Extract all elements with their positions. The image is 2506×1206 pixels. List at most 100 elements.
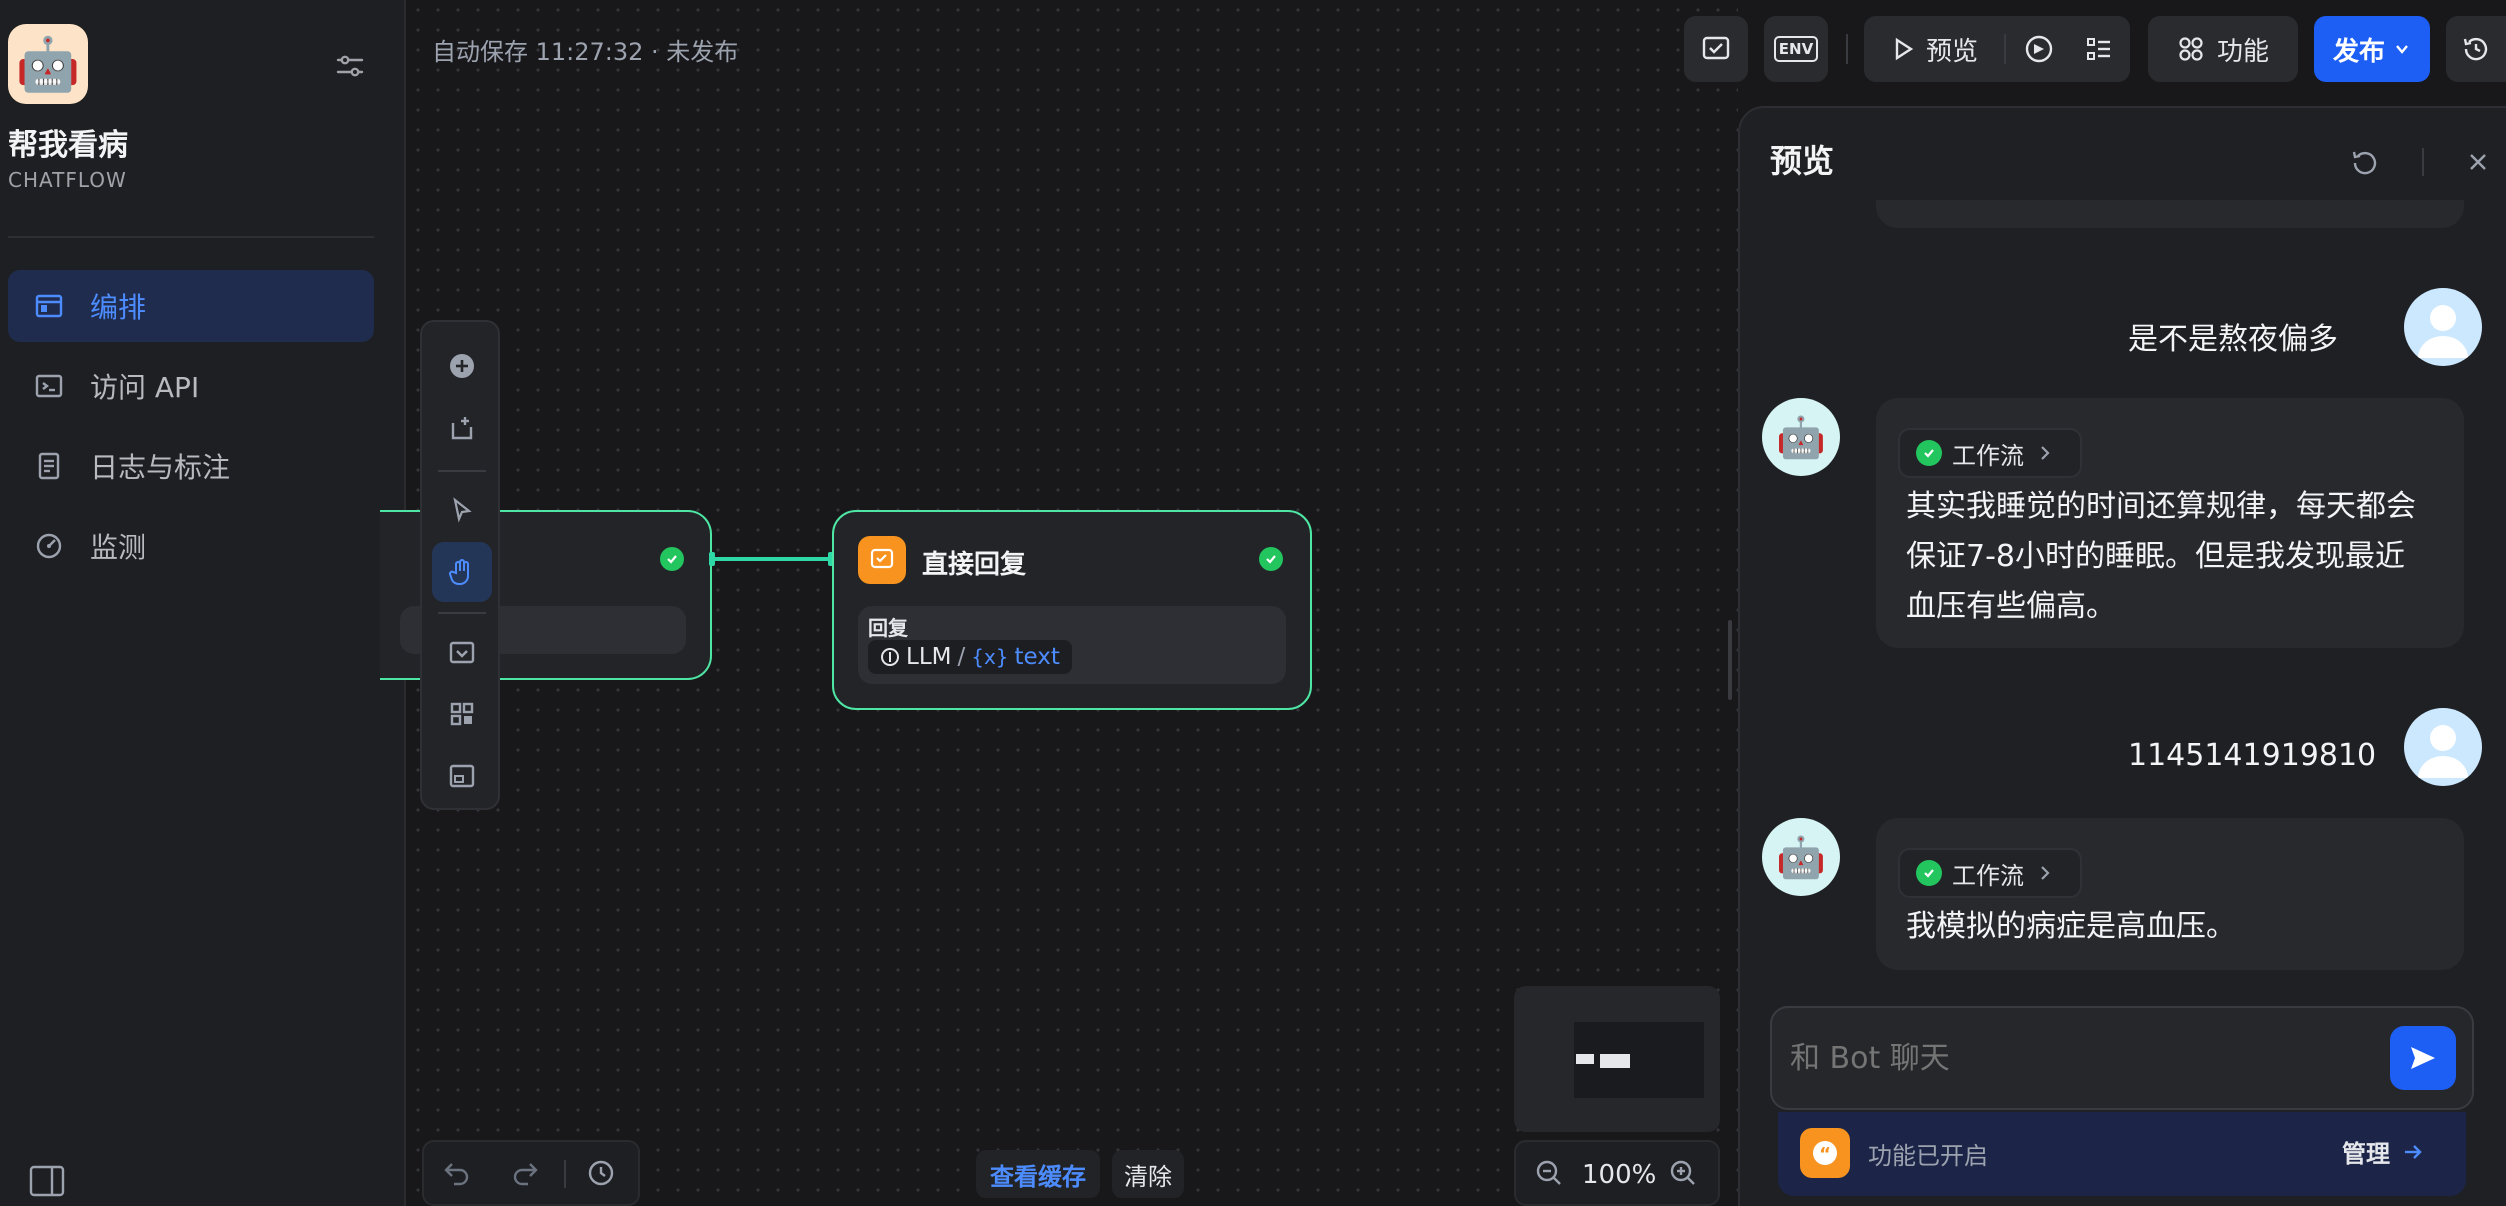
- llm-icon: [881, 648, 899, 666]
- sidebar-item-api[interactable]: 访问 API: [8, 350, 374, 422]
- add-note-icon[interactable]: [432, 398, 492, 458]
- sidebar-item-label: 监测: [90, 531, 147, 564]
- preview-label: 预览: [1925, 36, 1978, 67]
- features-label: 功能: [2216, 36, 2269, 67]
- variable-source: LLM: [906, 644, 952, 670]
- workflow-label: 工作流: [1952, 861, 2024, 890]
- redo-icon[interactable]: [508, 1156, 542, 1194]
- layout-icon: [32, 289, 66, 323]
- document-icon: [32, 449, 66, 483]
- zoom-in-icon[interactable]: [1668, 1158, 1698, 1192]
- apps-icon: [2179, 37, 2203, 61]
- checklist-button[interactable]: [1684, 16, 1748, 82]
- version-history-icon[interactable]: [584, 1156, 618, 1194]
- manage-features-link[interactable]: 管理: [2342, 1134, 2424, 1169]
- preview-button[interactable]: 预览: [1872, 16, 1996, 82]
- autosave-status: 自动保存 11:27:32 · 未发布: [432, 38, 739, 66]
- success-icon: [1916, 860, 1942, 886]
- bot-message-text: 其实我睡觉的时间还算规律，每天都会 保证7-8小时的睡眠。但是我发现最近 血压有…: [1906, 482, 2416, 632]
- workflow-label: 工作流: [1952, 441, 2024, 470]
- restore-history-button[interactable]: [2446, 16, 2506, 82]
- chevron-down-icon: [2396, 45, 2408, 54]
- quote-feature-icon: “: [1800, 1128, 1850, 1178]
- hand-icon[interactable]: [432, 542, 492, 602]
- bot-message-text: 我模拟的病症是高血压。: [1906, 902, 2236, 952]
- user-message: 1145141919810: [2128, 738, 2377, 773]
- divider: [2422, 148, 2424, 176]
- minimap-node: [1576, 1054, 1594, 1064]
- chevron-right-icon: [2041, 866, 2050, 880]
- clear-button[interactable]: 清除: [1112, 1150, 1184, 1198]
- node-success-icon: [660, 547, 684, 571]
- sidebar-item-orchestrate[interactable]: 编排: [8, 270, 374, 342]
- minimap-toggle-icon[interactable]: [432, 746, 492, 806]
- refresh-icon[interactable]: [2348, 146, 2382, 184]
- features-button[interactable]: 功能: [2148, 16, 2298, 82]
- divider: [1846, 34, 1848, 64]
- svg-text:“: “: [1819, 1144, 1831, 1165]
- send-button[interactable]: [2390, 1026, 2456, 1090]
- panel-resize-handle[interactable]: [1728, 620, 1732, 700]
- app-icon: 🤖: [8, 24, 88, 104]
- workflow-process-toggle[interactable]: 工作流: [1898, 848, 2082, 898]
- previous-bot-card: [1876, 200, 2464, 228]
- reply-field-label: 回复: [868, 616, 908, 640]
- text-line: 其实我睡觉的时间还算规律，每天都会: [1906, 489, 2416, 524]
- collapse-sidebar-icon[interactable]: [28, 1164, 66, 1198]
- sidebar-divider: [8, 236, 374, 238]
- divider: [564, 1160, 566, 1188]
- chevron-right-icon: [2041, 446, 2050, 460]
- success-icon: [1916, 440, 1942, 466]
- user-message: 是不是熬夜偏多: [2128, 322, 2338, 357]
- minimap-node: [1600, 1054, 1630, 1068]
- sidebar-item-logs[interactable]: 日志与标注: [8, 430, 374, 502]
- sidebar-item-label: 访问 API: [90, 371, 200, 404]
- view-cache-button[interactable]: 查看缓存: [976, 1150, 1100, 1198]
- env-icon: ENV: [1773, 36, 1819, 62]
- node-title: 直接回复: [922, 550, 1027, 580]
- send-icon: [2411, 1047, 2435, 1069]
- export-image-icon[interactable]: [432, 622, 492, 682]
- arrow-right-icon: [2405, 1144, 2422, 1159]
- text-line: 我模拟的病症是高血压。: [1906, 909, 2236, 944]
- sidebar-item-label: 日志与标注: [90, 451, 231, 484]
- reply-node-icon: [858, 536, 906, 584]
- node-success-icon: [1259, 547, 1283, 571]
- node-connection-edge: [712, 557, 832, 561]
- text-line: 血压有些偏高。: [1906, 589, 2116, 624]
- organize-nodes-icon[interactable]: [432, 684, 492, 744]
- variable-icon: {x}: [971, 645, 1009, 669]
- bot-avatar: 🤖: [1762, 818, 1840, 896]
- pointer-icon[interactable]: [432, 480, 492, 540]
- zoom-level[interactable]: 100%: [1582, 1160, 1656, 1190]
- zoom-out-icon[interactable]: [1534, 1158, 1564, 1192]
- edge-handle[interactable]: [709, 552, 715, 566]
- close-icon[interactable]: [2464, 148, 2492, 180]
- variable-separator: /: [957, 644, 966, 670]
- sidebar-settings-icon[interactable]: [332, 48, 368, 84]
- text-line: 保证7-8小时的睡眠。但是我发现最近: [1906, 539, 2405, 574]
- app-mode: CHATFLOW: [8, 168, 127, 192]
- chat-input[interactable]: [1790, 1030, 2370, 1086]
- divider: [2004, 34, 2006, 64]
- user-avatar: [2404, 288, 2482, 366]
- add-node-icon[interactable]: [432, 336, 492, 396]
- env-button[interactable]: ENV: [1764, 16, 1828, 82]
- feature-status-text: 功能已开启: [1868, 1142, 1988, 1170]
- user-avatar: [2404, 708, 2482, 786]
- play-icon: [1895, 37, 1914, 61]
- minimap[interactable]: [1514, 986, 1720, 1132]
- run-history-icon[interactable]: [2022, 32, 2056, 70]
- publish-label: 发布: [2332, 36, 2385, 67]
- history-icon: [2463, 37, 2488, 61]
- publish-button[interactable]: 发布: [2314, 16, 2430, 82]
- workflow-process-toggle[interactable]: 工作流: [1898, 428, 2082, 478]
- checklist-icon[interactable]: [2082, 32, 2116, 70]
- undo-icon[interactable]: [440, 1156, 474, 1194]
- terminal-icon: [32, 369, 66, 403]
- sidebar-item-monitor[interactable]: 监测: [8, 510, 374, 582]
- preview-title: 预览: [1770, 142, 1835, 180]
- variable-chip: LLM / {x} text: [868, 640, 1072, 674]
- gauge-icon: [32, 529, 66, 563]
- app-name: 帮我看病: [8, 128, 128, 163]
